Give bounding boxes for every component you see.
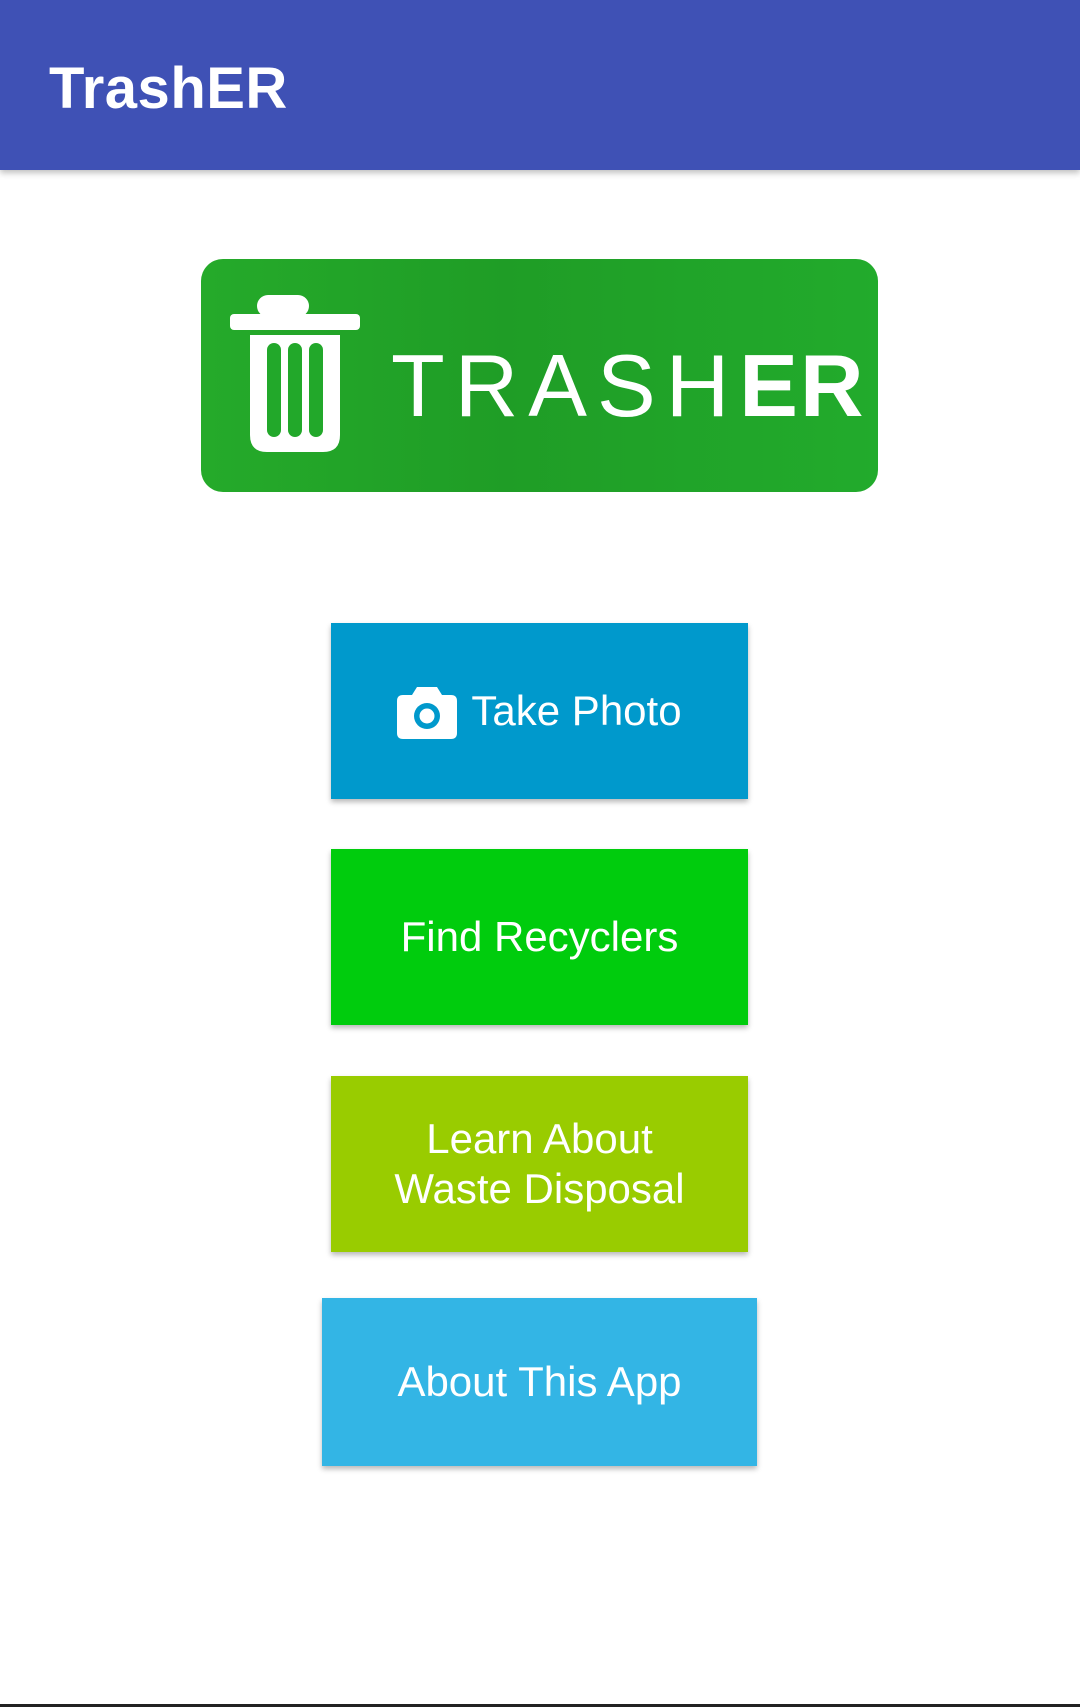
camera-icon: [397, 687, 458, 739]
logo-word-trash: TRASH: [391, 336, 740, 435]
learn-label-line1: Learn About: [426, 1115, 653, 1162]
app-title: TrashER: [49, 56, 288, 121]
take-photo-button[interactable]: Take Photo: [331, 623, 748, 799]
find-recyclers-button[interactable]: Find Recyclers: [331, 849, 748, 1025]
app-bar: TrashER: [0, 0, 1080, 170]
take-photo-label: Take Photo: [471, 687, 682, 734]
logo-wordmark: TRASHER: [391, 341, 866, 431]
find-recyclers-label: Find Recyclers: [400, 913, 679, 960]
learn-label-line2: Waste Disposal: [394, 1165, 685, 1212]
about-app-button[interactable]: About This App: [322, 1298, 757, 1466]
trasher-logo: TRASHER: [201, 259, 878, 492]
about-app-label: About This App: [397, 1358, 682, 1405]
logo-word-er: ER: [739, 336, 866, 435]
learn-waste-disposal-button[interactable]: Learn About Waste Disposal: [331, 1076, 748, 1252]
